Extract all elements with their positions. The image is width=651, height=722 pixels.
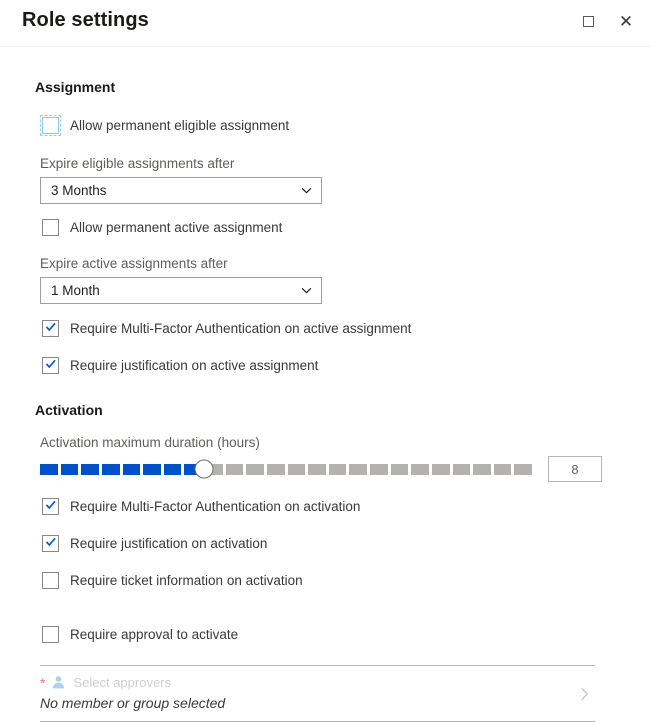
select-approvers-row[interactable]: * Select approvers No member or group se… — [40, 666, 595, 721]
header-divider — [0, 46, 651, 47]
window-controls: ✕ — [577, 10, 637, 32]
select-approvers-label: Select approvers — [73, 675, 172, 690]
checkbox-label: Allow permanent eligible assignment — [70, 118, 290, 133]
checkbox-box-unchecked-focused[interactable] — [39, 114, 62, 137]
checkbox-allow-permanent-eligible-assignment[interactable]: Allow permanent eligible assignment — [39, 114, 629, 137]
slider-segment — [225, 463, 244, 475]
checkbox-label: Allow permanent active assignment — [70, 220, 283, 235]
checkbox-box-unchecked[interactable] — [42, 626, 59, 643]
slider-segment — [390, 463, 409, 475]
slider-segment — [493, 463, 512, 475]
checkbox-label: Require Multi-Factor Authentication on a… — [70, 321, 412, 336]
activation-duration-slider[interactable] — [40, 459, 532, 479]
slider-segment — [431, 463, 450, 475]
label-expire-active-assignments: Expire active assignments after — [40, 256, 228, 271]
maximize-icon — [582, 15, 594, 27]
checkbox-box-checked[interactable] — [42, 535, 59, 552]
checkbox-box-unchecked[interactable] — [42, 572, 59, 589]
slider-segment — [266, 463, 285, 475]
slider-segment — [122, 463, 141, 475]
chevron-right-icon[interactable] — [580, 686, 589, 701]
activation-duration-row: 8 — [40, 456, 629, 482]
slider-segment — [143, 463, 161, 475]
checkbox-box-checked[interactable] — [42, 357, 59, 374]
slider-segment — [246, 463, 264, 475]
checkmark-icon — [45, 322, 56, 332]
slider-segment — [473, 463, 491, 475]
slider-segment — [411, 463, 429, 475]
checkbox-require-justification-active-assignment[interactable]: Require justification on active assignme… — [42, 357, 629, 374]
checkbox-label: Require justification on activation — [70, 536, 268, 551]
slider-segment — [370, 463, 388, 475]
chevron-down-icon — [301, 287, 312, 294]
dropdown-selected-value: 3 Months — [51, 183, 107, 198]
approvers-empty-state: No member or group selected — [40, 695, 226, 711]
close-button[interactable]: ✕ — [615, 10, 637, 32]
page-title: Role settings — [22, 9, 149, 31]
slider-segment — [81, 463, 99, 475]
dropdown-selected-value: 1 Month — [51, 283, 100, 298]
slider-segment — [163, 463, 182, 475]
checkbox-require-mfa-active-assignment[interactable]: Require Multi-Factor Authentication on a… — [42, 320, 629, 337]
slider-segment — [40, 463, 58, 475]
checkbox-label: Require Multi-Factor Authentication on a… — [70, 499, 361, 514]
checkbox-label: Require approval to activate — [70, 627, 239, 642]
activation-duration-value[interactable]: 8 — [548, 456, 602, 482]
slider-segment — [452, 463, 471, 475]
checkmark-icon — [45, 359, 56, 369]
slider-segment — [287, 463, 306, 475]
label-expire-eligible-assignments: Expire eligible assignments after — [40, 156, 235, 171]
checkbox-box-unchecked[interactable] — [42, 219, 59, 236]
slider-segment — [101, 463, 120, 475]
checkbox-require-approval-to-activate[interactable]: Require approval to activate — [42, 626, 629, 643]
checkmark-icon — [45, 537, 56, 547]
dropdown-expire-eligible-assignments[interactable]: 3 Months — [40, 177, 322, 204]
settings-content: Assignment Allow permanent eligible assi… — [0, 79, 651, 722]
checkbox-box-checked[interactable] — [42, 498, 59, 515]
slider-segment — [308, 463, 326, 475]
slider-segment — [514, 463, 532, 475]
checkbox-require-justification-activation[interactable]: Require justification on activation — [42, 535, 629, 552]
maximize-button[interactable] — [577, 10, 599, 32]
select-approvers-header: * Select approvers — [40, 675, 595, 690]
required-asterisk: * — [40, 674, 46, 691]
label-activation-maximum-duration: Activation maximum duration (hours) — [40, 435, 260, 450]
chevron-down-icon — [301, 187, 312, 194]
slider-segment — [328, 463, 347, 475]
checkbox-allow-permanent-active-assignment[interactable]: Allow permanent active assignment — [42, 219, 629, 236]
slider-segment — [349, 463, 367, 475]
slider-thumb[interactable] — [194, 459, 214, 479]
checkbox-require-ticket-information-activation[interactable]: Require ticket information on activation — [42, 572, 629, 589]
dropdown-expire-active-assignments[interactable]: 1 Month — [40, 277, 322, 304]
checkbox-label: Require ticket information on activation — [70, 573, 303, 588]
person-icon — [53, 676, 65, 689]
checkbox-require-mfa-activation[interactable]: Require Multi-Factor Authentication on a… — [42, 498, 629, 515]
checkbox-box-checked[interactable] — [42, 320, 59, 337]
slider-segment — [60, 463, 79, 475]
close-icon: ✕ — [618, 11, 634, 31]
checkbox-label: Require justification on active assignme… — [70, 358, 319, 373]
window-titlebar: Role settings ✕ — [0, 0, 651, 46]
assignment-section-heading: Assignment — [35, 79, 116, 95]
checkmark-icon — [45, 500, 56, 510]
activation-section-heading: Activation — [35, 402, 103, 418]
